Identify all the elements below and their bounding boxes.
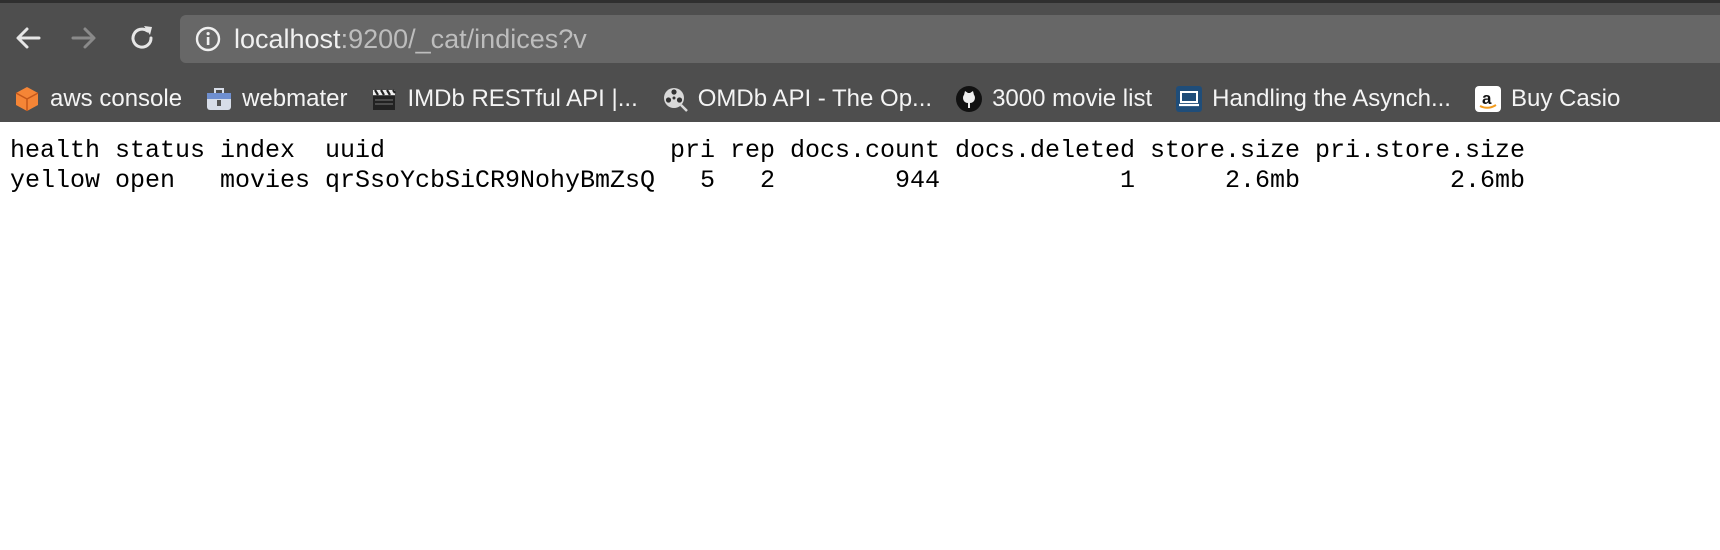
bookmark-label: IMDb RESTful API |... <box>407 85 638 112</box>
back-arrow-icon <box>16 27 41 49</box>
forward-arrow-icon <box>71 27 96 49</box>
bookmark-label: Handling the Asynch... <box>1212 85 1451 112</box>
bookmarks-bar: aws console webmater IMDb RESTful API |...… <box>0 75 1720 123</box>
table-row: yellow open movies qrSsoYcbSiCR9NohyBmZsQ 5 2… <box>10 166 1720 196</box>
bookmark-item[interactable]: aws console <box>0 79 192 119</box>
bookmark-item[interactable]: webmater <box>192 79 357 119</box>
column-header-docs-count: docs.count <box>790 136 941 165</box>
address-bar[interactable]: localhost:9200/_cat/indices?v <box>180 15 1720 63</box>
film-reel-icon <box>660 84 690 114</box>
bookmark-item[interactable]: 3000 movie list <box>942 79 1162 119</box>
laptop-icon <box>1174 84 1204 114</box>
table-cell-health: yellow <box>10 166 101 195</box>
bookmark-label: webmater <box>242 85 348 112</box>
browser-chrome: localhost:9200/_cat/indices?v aws consol… <box>0 0 1720 122</box>
table-cell-docs-deleted: 1 <box>1120 166 1136 195</box>
bookmark-label: 3000 movie list <box>992 85 1153 112</box>
column-header-uuid: uuid <box>325 136 386 165</box>
bookmark-label: aws console <box>50 85 183 112</box>
browser-toolbar: localhost:9200/_cat/indices?v <box>0 3 1720 79</box>
table-cell-rep: 2 <box>760 166 776 195</box>
column-header-pri-store-size: pri.store.size <box>1315 136 1526 165</box>
table-cell-pri-store-size: 2.6mb <box>1450 166 1526 195</box>
cat-indices-output: health status index uuid pri rep docs.count doc… <box>0 122 1720 196</box>
bookmark-item[interactable]: IMDb RESTful API |... <box>357 79 647 119</box>
reload-icon <box>131 26 153 49</box>
briefcase-icon <box>204 84 234 114</box>
aws-cube-icon <box>12 84 42 114</box>
bookmark-item[interactable]: a Buy Casio <box>1461 79 1630 119</box>
bookmark-item[interactable]: Handling the Asynch... <box>1162 79 1461 119</box>
url-text[interactable]: localhost:9200/_cat/indices?v <box>234 24 587 55</box>
column-header-pri: pri <box>670 136 716 165</box>
table-header-row: health status index uuid pri rep docs.count doc… <box>10 136 1720 166</box>
column-header-docs-deleted: docs.deleted <box>955 136 1136 165</box>
column-header-status: status <box>115 136 206 165</box>
bookmark-label: Buy Casio <box>1510 85 1621 112</box>
back-button[interactable] <box>8 16 48 60</box>
amazon-icon: a <box>1473 84 1503 114</box>
url-host: localhost <box>234 23 341 54</box>
column-header-rep: rep <box>730 136 776 165</box>
url-path: :9200/_cat/indices?v <box>340 23 587 54</box>
column-header-store-size: store.size <box>1150 136 1301 165</box>
reload-button[interactable] <box>122 16 162 60</box>
bookmark-label: OMDb API - The Op... <box>697 85 933 112</box>
table-cell-uuid: qrSsoYcbSiCR9NohyBmZsQ <box>325 166 656 195</box>
bookmark-item[interactable]: OMDb API - The Op... <box>648 79 942 119</box>
table-cell-store-size: 2.6mb <box>1225 166 1301 195</box>
table-cell-pri: 5 <box>700 166 716 195</box>
table-cell-docs-count: 944 <box>895 166 941 195</box>
info-icon[interactable] <box>194 25 222 53</box>
column-header-index: index <box>220 136 296 165</box>
clapperboard-icon <box>369 84 399 114</box>
table-cell-index: movies <box>220 166 311 195</box>
table-cell-status: open <box>115 166 176 195</box>
forward-button[interactable] <box>64 16 104 60</box>
column-header-health: health <box>10 136 101 165</box>
github-icon <box>954 84 984 114</box>
svg-text:a: a <box>1482 89 1492 108</box>
